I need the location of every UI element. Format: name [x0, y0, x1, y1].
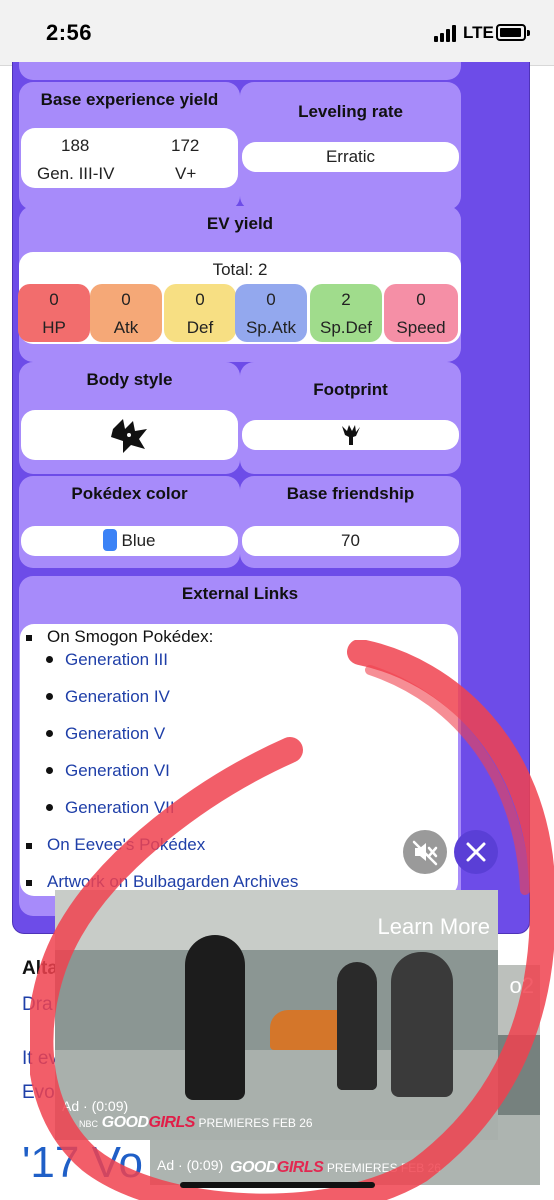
- list-bullet: [26, 843, 32, 849]
- base-friendship-cell: Base friendship 70: [240, 476, 461, 568]
- ev-stat-value: 0: [195, 290, 205, 309]
- base-exp-value-1: 188: [61, 136, 90, 155]
- list-bullet: [46, 804, 53, 811]
- list-bullet: [46, 656, 53, 663]
- page-link[interactable]: Evo: [22, 1082, 55, 1104]
- ev-stat-label: Def: [186, 318, 214, 337]
- ev-stat-label: Atk: [113, 318, 139, 337]
- base-friendship-title: Base friendship: [286, 484, 415, 503]
- external-links-title: External Links: [181, 584, 299, 603]
- pokedex-color-cell: Pokédex color Blue: [19, 476, 240, 568]
- base-exp-title: Base experience yield: [40, 90, 219, 109]
- link-eevee-pokedex[interactable]: On Eevee's Pokédex: [47, 835, 205, 855]
- base-exp-value-2: 172: [171, 136, 200, 155]
- pokedex-color-value: Blue: [21, 526, 238, 556]
- video-scene-person: [337, 962, 377, 1090]
- video-ad-label: Ad · (0:09): [157, 1157, 224, 1173]
- smogon-label: On Smogon Pokédex:: [47, 627, 214, 646]
- leveling-cell: Leveling rate Erratic: [240, 82, 461, 210]
- external-links-list: On Smogon Pokédex: Generation III Genera…: [20, 624, 458, 896]
- close-icon: [466, 842, 486, 862]
- list-bullet: [46, 693, 53, 700]
- footprint-title: Footprint: [313, 380, 388, 399]
- ev-stat-spdef: 2 Sp.Def: [310, 284, 382, 342]
- ev-stat-value: 0: [121, 290, 131, 309]
- ev-stat-value: 2: [341, 290, 351, 309]
- page-big-heading: '17 Vo: [22, 1138, 143, 1187]
- body-style-image: [21, 410, 238, 460]
- body-style-title: Body style: [86, 370, 173, 389]
- clock: 2:56: [46, 20, 93, 45]
- home-indicator[interactable]: [180, 1182, 375, 1188]
- learn-more-button[interactable]: Learn More: [377, 914, 490, 940]
- ev-stat-hp: 0 HP: [18, 284, 90, 342]
- link-generation-iii[interactable]: Generation III: [65, 650, 168, 670]
- battery-icon: [496, 24, 530, 41]
- video-ad-player[interactable]: Learn More Ad · (0:09) NBC GOODGIRLS PRE…: [55, 890, 498, 1140]
- link-bulbagarden[interactable]: Artwork on Bulbagarden Archives: [47, 872, 298, 892]
- ev-stat-value: 0: [416, 290, 426, 309]
- pokedex-color-label: Blue: [121, 531, 156, 550]
- base-exp-label-2: V+: [175, 164, 197, 183]
- base-exp-values: 188 Gen. III-IV 172 V+: [21, 128, 238, 188]
- footprint-image: [242, 420, 459, 450]
- ev-stat-label: Sp.Def: [320, 318, 372, 337]
- leveling-title: Leveling rate: [298, 102, 403, 121]
- previous-cell: [19, 62, 461, 80]
- ev-stat-atk: 0 Atk: [90, 284, 162, 342]
- mute-button[interactable]: [403, 830, 447, 874]
- speaker-muted-icon: [412, 840, 438, 866]
- base-friendship-value: 70: [242, 526, 459, 556]
- ev-stat-spatk: 0 Sp.Atk: [235, 284, 307, 342]
- network-logo: NBC: [79, 1119, 99, 1129]
- page-link[interactable]: Dra: [22, 994, 53, 1016]
- base-exp-cell: Base experience yield 188 Gen. III-IV 17…: [19, 82, 240, 210]
- link-generation-vii[interactable]: Generation VII: [65, 798, 175, 818]
- video-promo: NBC GOODGIRLS PREMIERES FEB 26: [79, 1114, 313, 1131]
- section-heading: Alta: [22, 958, 58, 979]
- ev-stat-label: Sp.Atk: [245, 318, 297, 337]
- list-bullet: [26, 635, 32, 641]
- video-promo: GOODGIRLS PREMIERES FEB 26: [230, 1159, 441, 1176]
- link-generation-v[interactable]: Generation V: [65, 724, 165, 744]
- signal-icon: [434, 24, 460, 42]
- link-generation-iv[interactable]: Generation IV: [65, 687, 170, 707]
- page-text-line: It ev: [22, 1048, 58, 1069]
- color-swatch: [103, 529, 118, 551]
- network-label: LTE: [463, 23, 494, 42]
- ev-stat-speed: 0 Speed: [384, 284, 458, 342]
- ev-stat-label: Speed: [396, 318, 446, 337]
- ev-stat-value: 0: [266, 290, 276, 309]
- body-style-cell: Body style: [19, 362, 240, 474]
- ev-total: Total: 2: [212, 260, 268, 279]
- status-bar: 2:56 LTE: [0, 0, 554, 66]
- link-generation-vi[interactable]: Generation VI: [65, 761, 170, 781]
- ev-yield-title: EV yield: [206, 214, 274, 233]
- video-scene-person: [391, 952, 453, 1097]
- ev-stat-def: 0 Def: [164, 284, 236, 342]
- pokedex-color-title: Pokédex color: [71, 484, 188, 503]
- list-bullet: [26, 880, 32, 886]
- base-exp-label-1: Gen. III-IV: [37, 164, 115, 183]
- body-style-icon: [111, 419, 147, 453]
- list-bullet: [46, 767, 53, 774]
- video-partial-text: o2: [509, 973, 534, 998]
- list-bullet: [46, 730, 53, 737]
- leveling-value: Erratic: [242, 142, 459, 172]
- video-scene-person: [185, 935, 245, 1100]
- video-ad-label: Ad · (0:09): [62, 1098, 129, 1114]
- ev-stat-label: HP: [42, 318, 66, 337]
- ev-stat-value: 0: [49, 290, 59, 309]
- close-ad-button[interactable]: [454, 830, 498, 874]
- footprint-cell: Footprint: [240, 362, 461, 474]
- footprint-icon: [342, 425, 360, 445]
